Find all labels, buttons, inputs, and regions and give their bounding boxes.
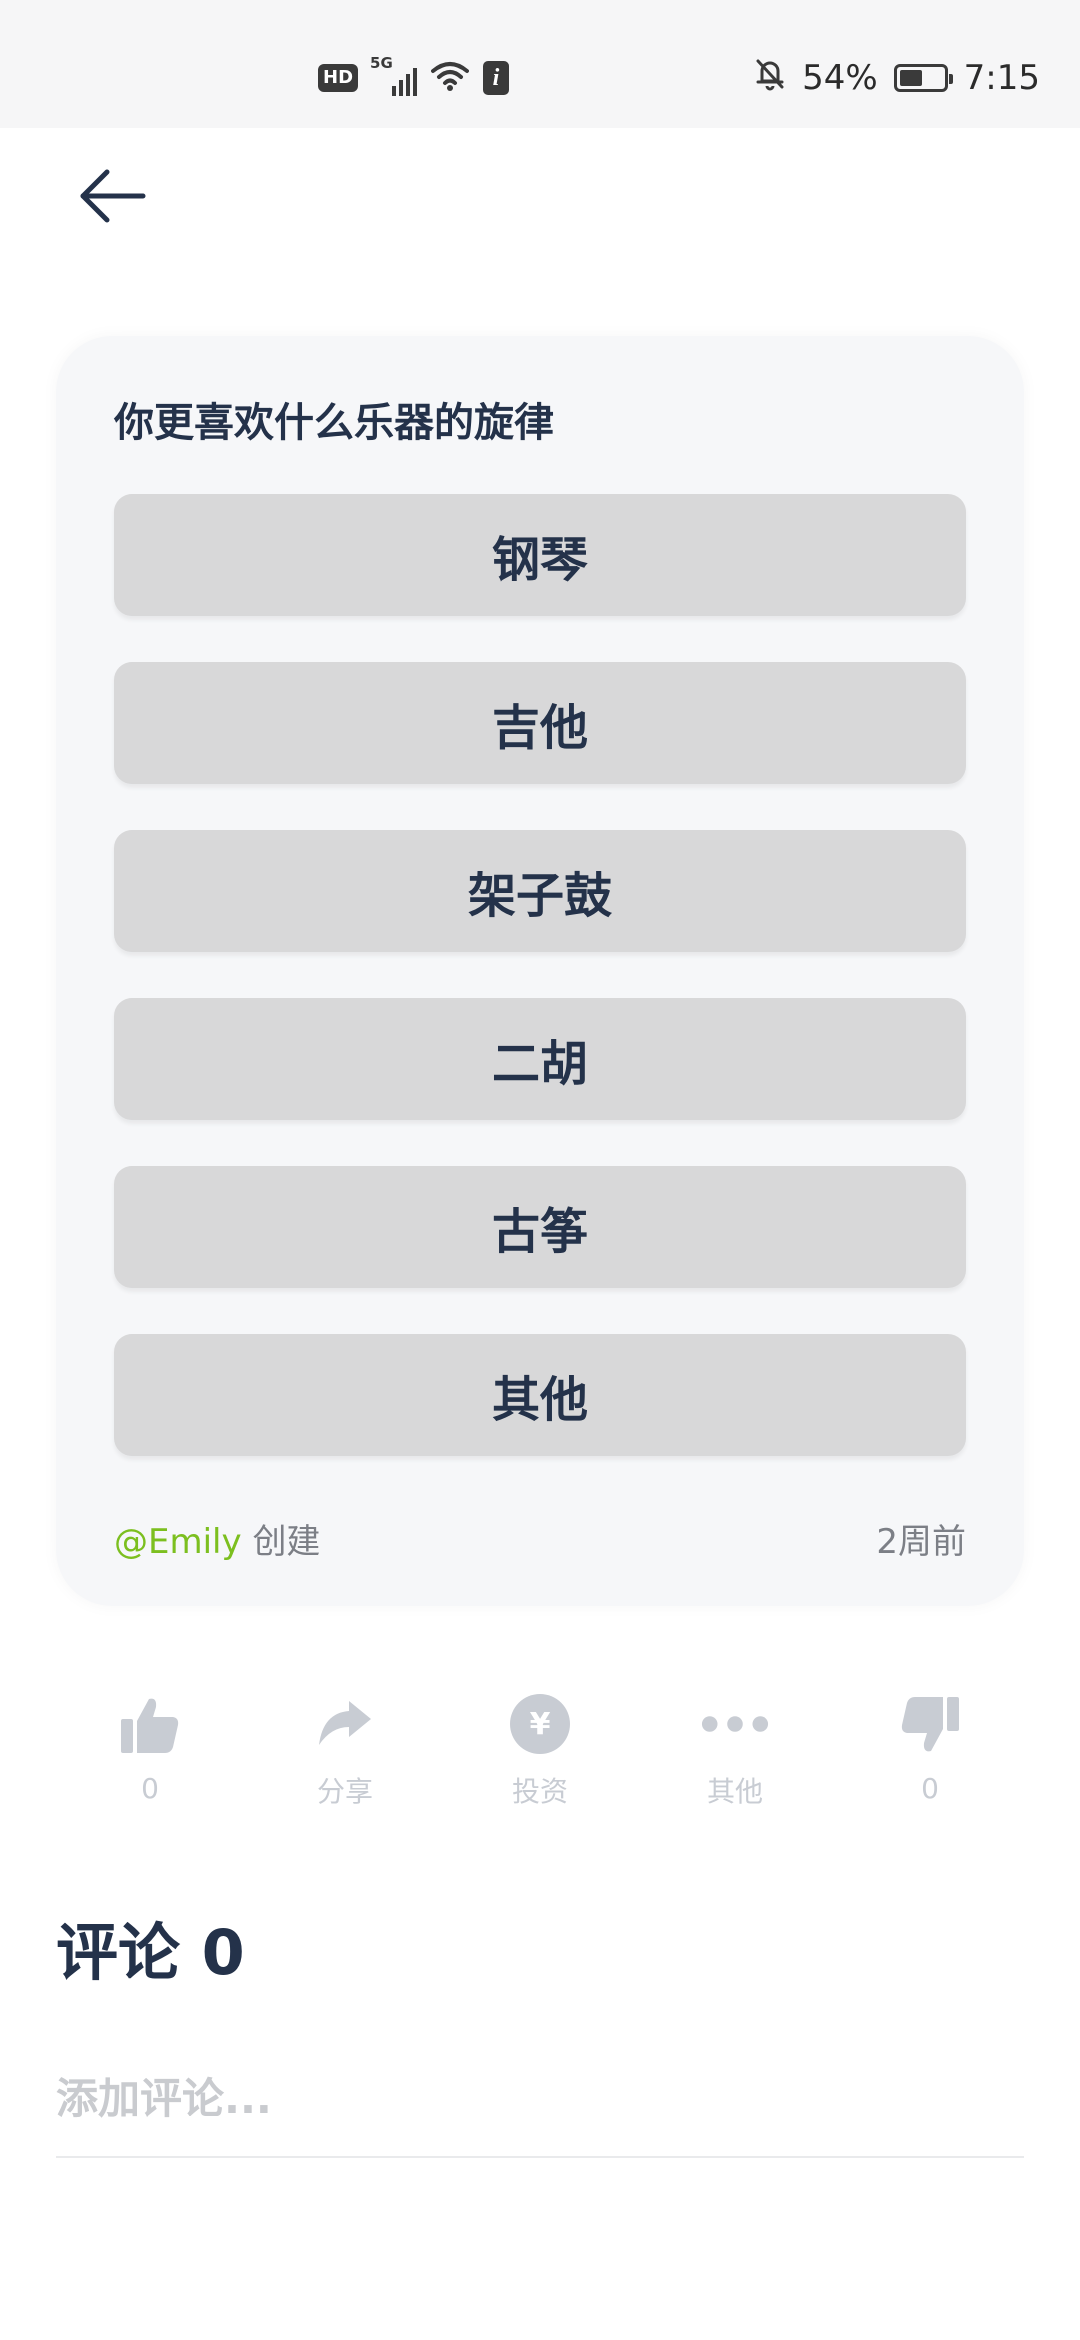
thumbs-up-icon <box>121 1698 179 1753</box>
status-bar: HD 5G i 54% 7:15 <box>0 0 1080 128</box>
battery-fill <box>899 70 923 86</box>
comment-input[interactable] <box>56 2040 1024 2158</box>
poll-option-guzheng[interactable]: 古筝 <box>114 1166 966 1288</box>
more-button[interactable]: 其他 <box>675 1690 795 1810</box>
status-left: HD 5G i <box>318 54 510 100</box>
yuan-icon: ¥ <box>510 1694 570 1754</box>
battery-percent: 54% <box>802 58 878 98</box>
like-button[interactable]: 0 <box>90 1690 210 1810</box>
poll-option-erhu[interactable]: 二胡 <box>114 998 966 1120</box>
network-type-label: 5G <box>370 54 393 72</box>
creator-link[interactable]: @Emily <box>114 1522 242 1562</box>
info-icon: i <box>483 61 510 95</box>
clock: 7:15 <box>963 58 1040 98</box>
poll-card: 你更喜欢什么乐器的旋律 钢琴 吉他 架子鼓 二胡 古筝 其他 @Emily 创建… <box>56 336 1024 1606</box>
action-bar: 0 分享 ¥ 投资 其他 0 <box>56 1690 1024 1810</box>
dislike-button[interactable]: 0 <box>870 1690 990 1810</box>
hd-icon: HD <box>318 64 359 92</box>
arrow-left-icon <box>80 169 146 223</box>
status-right: 54% 7:15 <box>754 54 1040 102</box>
created-label: 创建 <box>252 1522 321 1562</box>
comments-heading: 评论 0 <box>56 1916 245 1989</box>
bell-off-icon <box>754 57 786 100</box>
wifi-icon <box>431 60 470 96</box>
poll-option-piano[interactable]: 钢琴 <box>114 494 966 616</box>
dislike-count: 0 <box>921 1772 939 1805</box>
invest-button[interactable]: ¥ 投资 <box>480 1690 600 1810</box>
poll-question: 你更喜欢什么乐器的旋律 <box>114 400 554 446</box>
like-count: 0 <box>141 1772 159 1805</box>
poll-time-ago: 2周前 <box>876 1522 966 1562</box>
poll-option-other[interactable]: 其他 <box>114 1334 966 1456</box>
poll-creator-line: @Emily 创建 <box>114 1514 320 1563</box>
share-label: 分享 <box>316 1775 373 1808</box>
poll-option-drums[interactable]: 架子鼓 <box>114 830 966 952</box>
yuan-symbol: ¥ <box>529 1706 551 1742</box>
thumbs-down-icon <box>901 1697 959 1752</box>
invest-label: 投资 <box>511 1775 568 1808</box>
share-icon <box>319 1701 371 1745</box>
battery-icon <box>893 64 953 92</box>
back-button[interactable] <box>72 160 152 232</box>
share-button[interactable]: 分享 <box>285 1690 405 1810</box>
more-dots-icon <box>701 1716 769 1732</box>
more-label: 其他 <box>706 1775 763 1808</box>
signal-icon: 5G <box>370 54 418 96</box>
poll-option-guitar[interactable]: 吉他 <box>114 662 966 784</box>
